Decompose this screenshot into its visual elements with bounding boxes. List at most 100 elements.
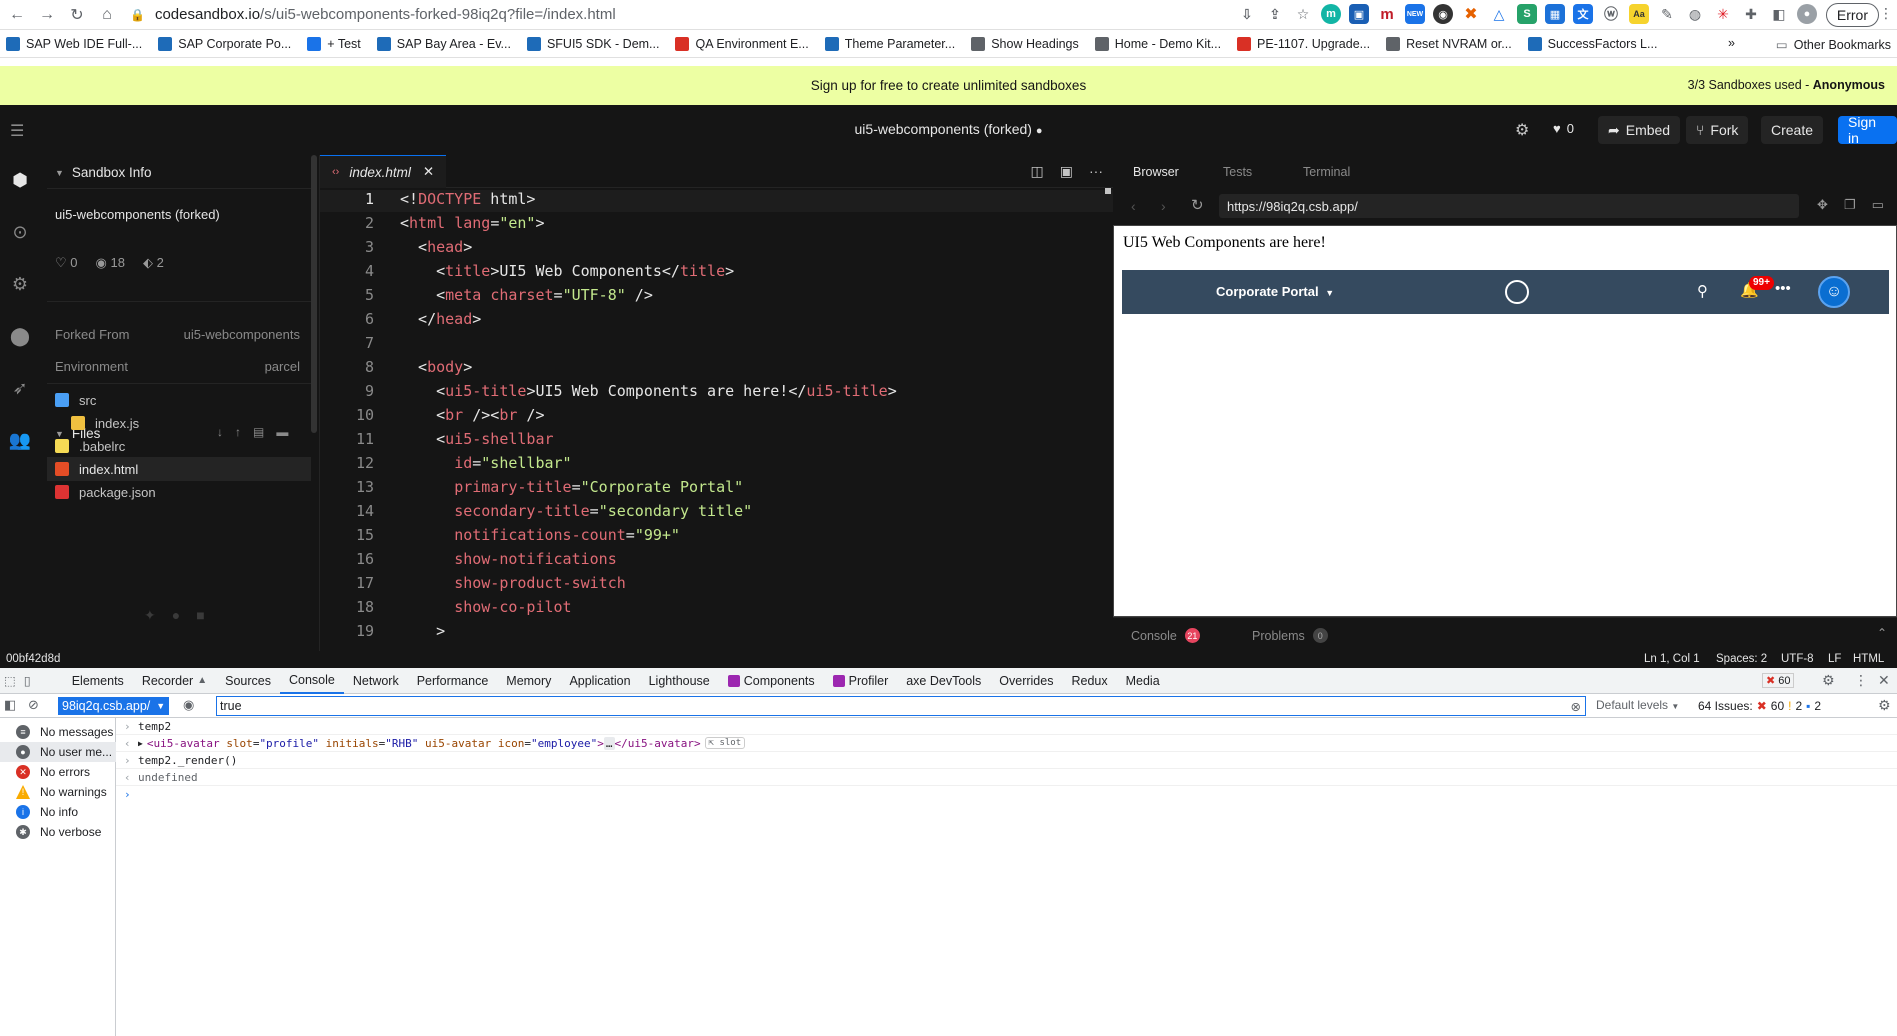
- device-toggle-icon[interactable]: ▯: [20, 668, 35, 694]
- console-settings-icon[interactable]: ⚙: [1878, 697, 1891, 714]
- tab-index-html[interactable]: ‹› index.html ✕: [320, 155, 447, 188]
- signup-banner[interactable]: Sign up for free to create unlimited san…: [0, 66, 1897, 105]
- star-icon[interactable]: ☆: [1293, 4, 1313, 24]
- devtools-tab-profiler[interactable]: Profiler: [824, 668, 898, 694]
- embed-button[interactable]: ➦ Embed: [1598, 116, 1681, 144]
- extension-triangle-icon[interactable]: △: [1489, 4, 1509, 24]
- cursor-position[interactable]: Ln 1, Col 1: [1644, 653, 1700, 665]
- ellipsis-badge[interactable]: …: [603, 736, 615, 750]
- console-filter-list[interactable]: ≡ No messages: [0, 722, 116, 742]
- devtools-tab-redux[interactable]: Redux: [1062, 668, 1116, 694]
- devtools-tab-axe-devtools[interactable]: axe DevTools: [897, 668, 990, 694]
- clear-filter-icon[interactable]: ⊗: [1571, 699, 1581, 714]
- copilot-icon[interactable]: [1505, 280, 1529, 304]
- sign-in-button[interactable]: Sign in: [1838, 114, 1897, 146]
- sidebar-scrollbar[interactable]: [311, 155, 317, 433]
- bookmarks-overflow-icon[interactable]: »: [1728, 36, 1735, 50]
- folder-item[interactable]: src: [47, 388, 311, 412]
- code-line[interactable]: <body>: [400, 358, 472, 376]
- code-line[interactable]: <title>UI5 Web Components</title>: [400, 262, 734, 280]
- forward-icon[interactable]: →: [34, 2, 60, 28]
- code-line[interactable]: show-co-pilot: [400, 598, 571, 616]
- settings-gear-icon[interactable]: ⚙: [1515, 120, 1529, 140]
- context-select[interactable]: 98iq2q.csb.app/▼: [58, 697, 170, 715]
- error-button[interactable]: Error: [1825, 3, 1879, 27]
- copy-icon[interactable]: ▭: [1872, 197, 1884, 213]
- code-line[interactable]: secondary-title="secondary title": [400, 502, 752, 520]
- expand-icon[interactable]: ⌃: [1877, 626, 1887, 640]
- forked-from-link[interactable]: ui5-webcomponents: [184, 327, 300, 342]
- sidebar-toggle-icon[interactable]: ◧: [1769, 4, 1789, 24]
- extension-m-red-icon[interactable]: m: [1377, 4, 1397, 24]
- console-prompt[interactable]: ›: [116, 786, 1897, 803]
- code-line[interactable]: >: [400, 622, 445, 640]
- console-filter-bug[interactable]: ✱ No verbose: [0, 822, 116, 842]
- overflow-menu-icon[interactable]: •••: [1775, 280, 1791, 297]
- create-button[interactable]: Create: [1761, 116, 1824, 144]
- console-tab[interactable]: Console 21: [1131, 628, 1200, 643]
- problems-tab[interactable]: Problems 0: [1252, 628, 1328, 643]
- code-line[interactable]: <br /><br />: [400, 406, 544, 424]
- code-line[interactable]: <ui5-shellbar: [400, 430, 553, 448]
- log-levels-dropdown[interactable]: Default levels ▼: [1596, 698, 1679, 712]
- cube-icon[interactable]: ⬢: [9, 169, 31, 191]
- bookmark-item[interactable]: Show Headings: [971, 36, 1079, 51]
- devtools-tab-sources[interactable]: Sources: [216, 668, 280, 694]
- error-counter[interactable]: ✖ 60: [1762, 673, 1795, 688]
- extension-aa-icon[interactable]: Aa: [1629, 4, 1649, 24]
- sandbox-info-header[interactable]: ▼ Sandbox Info: [55, 165, 152, 180]
- code-line[interactable]: <ui5-title>UI5 Web Components are here!<…: [400, 382, 897, 400]
- file-item[interactable]: index.html: [47, 457, 311, 481]
- code-line[interactable]: show-notifications: [400, 550, 617, 568]
- extension-translate-icon[interactable]: 文: [1573, 4, 1593, 24]
- code-line[interactable]: <!DOCTYPE html>: [400, 190, 535, 208]
- devtools-tab-media[interactable]: Media: [1117, 668, 1169, 694]
- devtools-icon[interactable]: ✥: [1817, 197, 1828, 213]
- extension-chat-icon[interactable]: ▣: [1349, 4, 1369, 24]
- code-line[interactable]: </head>: [400, 310, 481, 328]
- devtools-menu-icon[interactable]: ⋮: [1854, 672, 1868, 689]
- extension-globe-icon[interactable]: ◍: [1685, 4, 1705, 24]
- extension-x-icon[interactable]: ✖: [1461, 4, 1481, 24]
- other-bookmarks[interactable]: ▭ Other Bookmarks: [1776, 37, 1891, 53]
- bookmark-item[interactable]: SFUI5 SDK - Dem...: [526, 36, 659, 51]
- reload-icon[interactable]: ↻: [64, 2, 90, 28]
- like-button[interactable]: ♥ 0: [1553, 121, 1574, 136]
- language-mode[interactable]: HTML: [1853, 653, 1884, 665]
- extension-new-icon[interactable]: NEW: [1405, 4, 1425, 24]
- indent-spaces[interactable]: Spaces: 2: [1716, 653, 1767, 665]
- preview-tab-tests[interactable]: Tests: [1223, 165, 1252, 179]
- extension-s-icon[interactable]: S: [1517, 4, 1537, 24]
- clear-console-icon[interactable]: ⊘: [28, 697, 39, 713]
- file-item[interactable]: package.json: [47, 480, 311, 504]
- extension-color-icon[interactable]: ◉: [1433, 4, 1453, 24]
- extension-grid-icon[interactable]: ▦: [1545, 4, 1565, 24]
- devtools-tab-performance[interactable]: Performance: [408, 668, 498, 694]
- home-icon[interactable]: ⌂: [94, 2, 120, 28]
- rocket-icon[interactable]: ➶: [9, 377, 31, 399]
- expand-triangle-icon[interactable]: ▶: [138, 739, 143, 748]
- console-filter-user[interactable]: ● No user me...: [0, 742, 116, 762]
- console-result-line[interactable]: ‹ ▶ <ui5-avatar slot = "profile" initials =…: [116, 735, 1897, 752]
- preview-url-input[interactable]: https://98iq2q.csb.app/: [1219, 194, 1799, 218]
- console-filter-input[interactable]: true ⊗: [216, 696, 1586, 716]
- issues-button[interactable]: 64 Issues: ✖ 60 ! 2 ▪ 2: [1698, 697, 1821, 715]
- install-icon[interactable]: ⇩: [1237, 4, 1257, 24]
- fork-button[interactable]: ⑂ Fork: [1686, 116, 1749, 144]
- preview-tab-browser[interactable]: Browser: [1133, 165, 1179, 179]
- inspect-icon[interactable]: ⬚: [0, 668, 20, 694]
- devtools-tab-components[interactable]: Components: [719, 668, 824, 694]
- code-line[interactable]: <html lang="en">: [400, 214, 545, 232]
- bookmark-item[interactable]: Theme Parameter...: [824, 36, 955, 51]
- bookmark-item[interactable]: SAP Web IDE Full-...: [6, 36, 142, 51]
- twitter-icon[interactable]: ✦: [144, 607, 156, 624]
- devtools-close-icon[interactable]: ✕: [1878, 672, 1890, 689]
- devtools-tab-elements[interactable]: Elements: [63, 668, 133, 694]
- users-icon[interactable]: 👥: [9, 429, 31, 451]
- slot-badge[interactable]: ⇱ slot: [704, 737, 746, 749]
- extension-pen-icon[interactable]: ✎: [1657, 4, 1677, 24]
- bookmark-item[interactable]: SAP Bay Area - Ev...: [376, 36, 511, 51]
- file-item[interactable]: index.js: [47, 411, 311, 435]
- bookmark-item[interactable]: + Test: [307, 36, 361, 51]
- extension-react-icon[interactable]: ✳: [1713, 4, 1733, 24]
